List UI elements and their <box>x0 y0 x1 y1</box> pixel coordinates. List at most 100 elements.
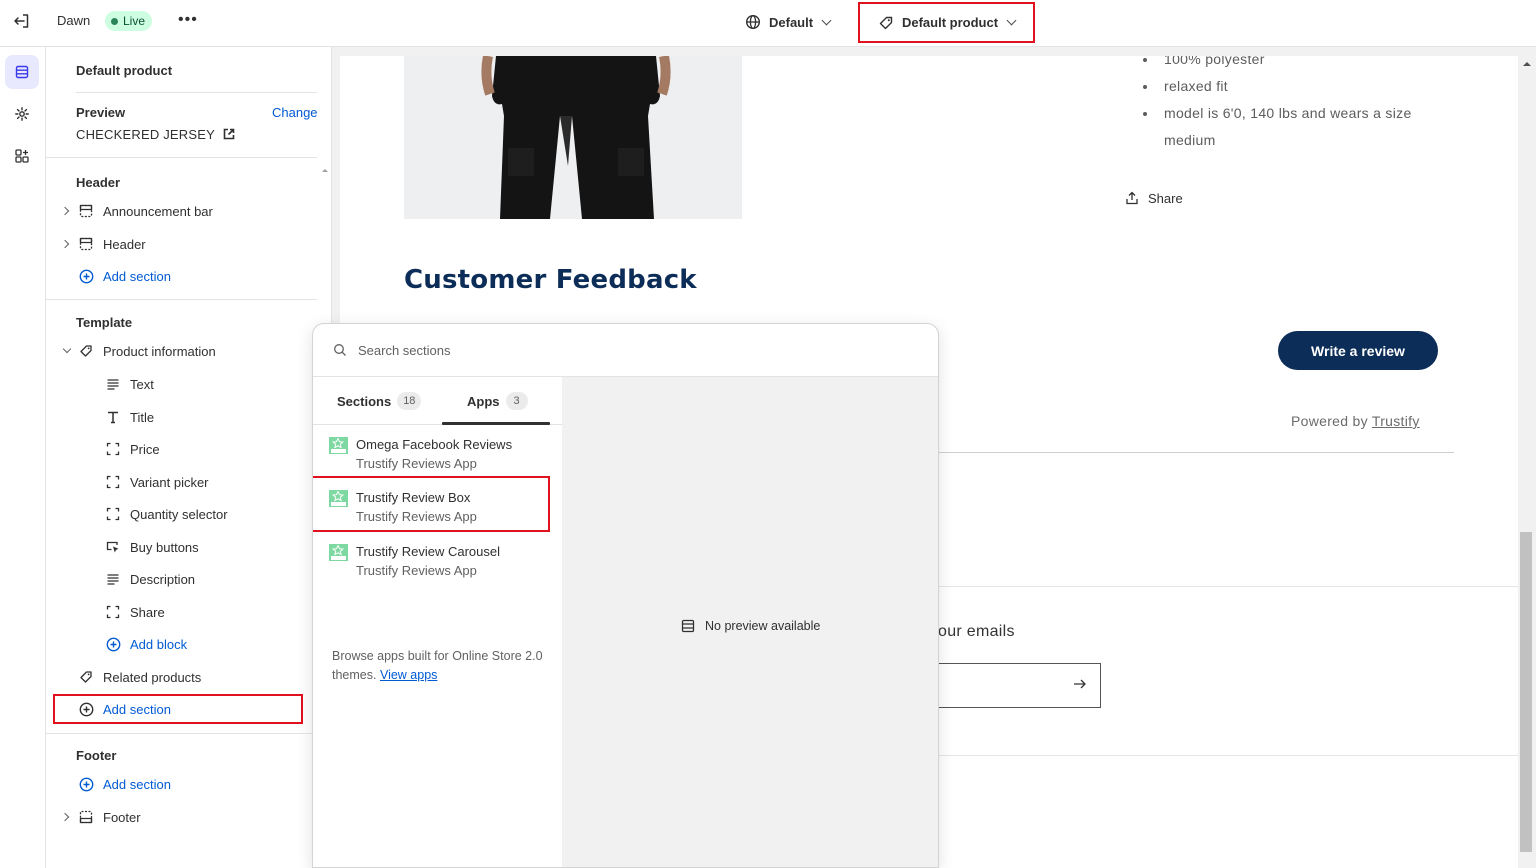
cursor-click-icon <box>105 539 121 555</box>
view-apps-link[interactable]: View apps <box>380 668 437 682</box>
count-badge: 18 <box>397 392 422 410</box>
app-name: Trustify Review Carousel <box>356 544 501 559</box>
block-label: Title <box>130 409 155 425</box>
text-lines-icon <box>105 571 121 587</box>
block-buy-buttons[interactable]: Buy buttons <box>105 537 199 557</box>
block-description[interactable]: Description <box>105 569 195 589</box>
preview-product-name: CHECKERED JERSEY <box>76 126 216 142</box>
share-button[interactable]: Share <box>1124 190 1183 206</box>
tab-sections[interactable]: Sections 18 <box>337 391 422 411</box>
sidebar-item-header[interactable]: Header <box>60 234 146 254</box>
trustify-logo-icon <box>329 437 348 454</box>
block-label: Variant picker <box>130 474 209 490</box>
change-preview-link[interactable]: Change <box>272 105 318 120</box>
tab-label: Sections <box>337 393 392 409</box>
sidebar-item-announcement-bar[interactable]: Announcement bar <box>60 201 213 221</box>
customer-feedback-title: Customer Feedback <box>404 265 697 295</box>
header-group-label: Header <box>76 175 121 190</box>
app-name: Omega Facebook Reviews <box>356 437 513 452</box>
write-review-button[interactable]: Write a review <box>1278 331 1438 370</box>
app-item-trustify-review-carousel[interactable]: Trustify Review Carousel Trustify Review… <box>329 542 549 582</box>
highlight-box <box>313 476 550 532</box>
language-label: Default <box>769 14 814 30</box>
add-section-label: Add section <box>103 268 171 284</box>
search-sections-field[interactable]: Search sections <box>313 324 938 377</box>
sidebar-title: Default product <box>76 63 173 78</box>
top-bar: Dawn Live ••• Default Default product <box>0 0 1536 47</box>
chevron-right-icon <box>60 239 70 249</box>
add-block-label: Add block <box>130 636 188 652</box>
trustify-link[interactable]: Trustify <box>1372 413 1420 429</box>
share-icon <box>1124 190 1140 206</box>
chevron-right-icon <box>60 206 70 216</box>
block-bracket-icon <box>105 441 121 457</box>
preview-label: Preview <box>76 105 126 120</box>
exit-icon[interactable] <box>12 11 34 33</box>
block-label: Quantity selector <box>130 506 228 522</box>
template-selector[interactable]: Default product <box>858 2 1035 43</box>
block-label: Buy buttons <box>130 539 199 555</box>
share-label: Share <box>1148 190 1183 206</box>
language-selector[interactable]: Default <box>745 11 832 33</box>
block-label: Share <box>130 604 165 620</box>
arrow-right-icon[interactable] <box>1072 676 1088 695</box>
block-label: Price <box>130 441 160 457</box>
status-dot-icon <box>111 17 118 25</box>
footer-group-label: Footer <box>76 748 117 763</box>
chevron-down-icon <box>62 344 72 354</box>
add-block-button[interactable]: Add block <box>105 634 187 654</box>
popover-tabs: Sections 18 Apps 3 <box>313 377 562 425</box>
count-badge: 3 <box>505 392 528 410</box>
more-actions-button[interactable]: ••• <box>178 11 200 31</box>
theme-settings-rail-button[interactable] <box>5 97 39 131</box>
sidebar-item-label: Announcement bar <box>103 203 213 219</box>
plus-circle-icon <box>105 636 121 652</box>
block-price[interactable]: Price <box>105 439 160 459</box>
sidebar-item-product-information[interactable]: Product information <box>62 341 216 361</box>
newsletter-text: our emails <box>938 623 1015 640</box>
app-provider: Trustify Reviews App <box>356 563 477 578</box>
scrollbar-thumb[interactable] <box>1520 532 1532 852</box>
browse-apps-text: Browse apps built for Online Store 2.0 t… <box>332 647 547 685</box>
template-group-label: Template <box>76 315 133 330</box>
sidebar-item-related-products[interactable]: Related products <box>78 667 201 687</box>
app-item-omega-facebook-reviews[interactable]: Omega Facebook Reviews Trustify Reviews … <box>329 435 549 475</box>
block-bracket-icon <box>105 604 121 620</box>
add-section-label: Add section <box>103 776 171 792</box>
block-share[interactable]: Share <box>105 602 165 622</box>
chevron-right-icon <box>60 812 70 822</box>
block-label: Description <box>130 571 196 587</box>
divider <box>46 157 317 158</box>
trustify-logo-icon <box>329 544 348 561</box>
search-icon <box>332 342 348 358</box>
footer-add-section-button[interactable]: Add section <box>78 774 171 794</box>
tab-apps[interactable]: Apps 3 <box>467 391 528 411</box>
block-quantity-selector[interactable]: Quantity selector <box>105 504 228 524</box>
sections-sidebar: Default product Preview Change CHECKERED… <box>46 47 332 868</box>
chevron-down-icon <box>1006 15 1017 26</box>
preview-product[interactable]: CHECKERED JERSEY <box>76 126 237 142</box>
block-variant-picker[interactable]: Variant picker <box>105 472 209 492</box>
highlight-box <box>53 694 303 724</box>
app-embeds-rail-button[interactable] <box>5 139 39 173</box>
tab-label: Apps <box>467 393 500 409</box>
feature-item: 100% polyester <box>1143 56 1443 73</box>
divider <box>46 299 317 300</box>
section-header-icon <box>78 236 94 252</box>
no-preview-message: No preview available <box>680 618 820 634</box>
feature-item: relaxed fit <box>1143 73 1443 100</box>
sidebar-item-label: Product information <box>103 343 216 359</box>
plus-circle-icon <box>78 268 94 284</box>
header-add-section-button[interactable]: Add section <box>78 266 171 286</box>
feature-item: model is 6'0, 140 lbs and wears a size m… <box>1143 100 1443 154</box>
tag-icon <box>78 669 94 685</box>
template-label: Default product <box>901 15 999 30</box>
app-provider: Trustify Reviews App <box>356 456 477 471</box>
block-title[interactable]: Title <box>105 407 154 427</box>
sidebar-item-footer[interactable]: Footer <box>60 807 141 827</box>
divider <box>46 733 317 734</box>
preview-scrollbar[interactable] <box>1518 56 1536 868</box>
tag-icon <box>78 343 94 359</box>
sections-rail-button[interactable] <box>5 55 39 89</box>
block-text[interactable]: Text <box>105 374 154 394</box>
